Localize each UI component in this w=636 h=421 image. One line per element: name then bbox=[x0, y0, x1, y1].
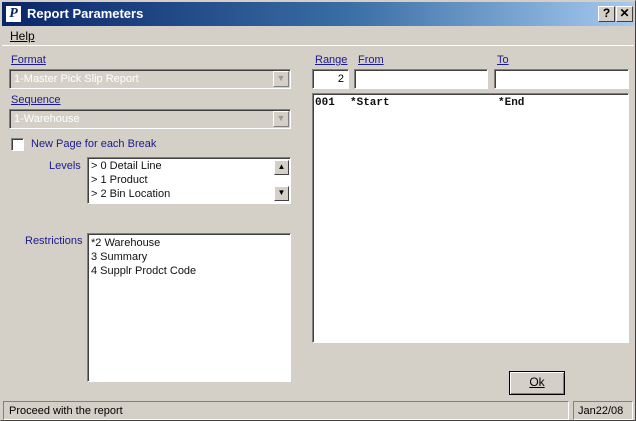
to-input[interactable] bbox=[494, 69, 629, 89]
range-listbox[interactable]: 001 *Start *End bbox=[312, 93, 629, 343]
format-select-value: 1-Master Pick Slip Report bbox=[14, 73, 139, 85]
list-item[interactable]: > 2 Bin Location bbox=[91, 188, 170, 200]
list-item[interactable]: *2 Warehouse bbox=[91, 237, 160, 249]
window-title: Report Parameters bbox=[27, 6, 144, 21]
list-item[interactable]: 3 Summary bbox=[91, 251, 147, 263]
range-row-from[interactable]: *Start bbox=[350, 97, 390, 109]
status-message: Proceed with the report bbox=[3, 401, 569, 420]
report-parameters-window: P Report Parameters ? ✕ Help Format 1-Ma… bbox=[0, 0, 636, 421]
levels-listbox[interactable]: > 0 Detail Line > 1 Product > 2 Bin Loca… bbox=[87, 157, 291, 204]
range-input[interactable]: 2 bbox=[312, 69, 349, 89]
list-item[interactable]: > 1 Product bbox=[91, 174, 148, 186]
chevron-down-icon[interactable]: ▼ bbox=[273, 71, 289, 87]
range-label: Range bbox=[315, 54, 348, 66]
help-icon-button[interactable]: ? bbox=[598, 6, 615, 22]
app-icon: P bbox=[5, 5, 22, 23]
range-row-to[interactable]: *End bbox=[498, 97, 524, 109]
status-date: Jan22/08 bbox=[573, 401, 633, 420]
new-page-label[interactable]: New Page for each Break bbox=[31, 138, 156, 150]
restrictions-label: Restrictions bbox=[25, 235, 83, 247]
ok-button[interactable]: Ok bbox=[509, 371, 565, 395]
menu-help[interactable]: Help bbox=[10, 29, 35, 43]
scroll-up-icon[interactable]: ▲ bbox=[274, 160, 289, 175]
list-item[interactable]: > 0 Detail Line bbox=[91, 160, 162, 172]
from-input[interactable] bbox=[354, 69, 488, 89]
list-item[interactable]: 4 Supplr Prodct Code bbox=[91, 265, 196, 277]
menu-bar: Help bbox=[2, 26, 634, 46]
sequence-label: Sequence bbox=[11, 94, 61, 106]
new-page-checkbox[interactable] bbox=[11, 138, 24, 151]
levels-label: Levels bbox=[49, 160, 81, 172]
chevron-down-icon[interactable]: ▼ bbox=[273, 111, 289, 127]
range-row-number[interactable]: 001 bbox=[315, 97, 335, 109]
format-label: Format bbox=[11, 54, 46, 66]
restrictions-listbox[interactable]: *2 Warehouse 3 Summary 4 Supplr Prodct C… bbox=[87, 233, 291, 382]
title-bar: P Report Parameters ? ✕ bbox=[2, 2, 634, 26]
sequence-select-value: 1-Warehouse bbox=[14, 113, 80, 125]
to-label: To bbox=[497, 54, 509, 66]
sequence-select[interactable]: 1-Warehouse ▼ bbox=[9, 109, 291, 129]
status-bar: Proceed with the report Jan22/08 bbox=[3, 401, 633, 420]
close-icon-button[interactable]: ✕ bbox=[616, 6, 633, 22]
ok-button-label: Ok bbox=[529, 375, 545, 389]
scroll-down-icon[interactable]: ▼ bbox=[274, 186, 289, 201]
format-select[interactable]: 1-Master Pick Slip Report ▼ bbox=[9, 69, 291, 89]
from-label: From bbox=[358, 54, 384, 66]
